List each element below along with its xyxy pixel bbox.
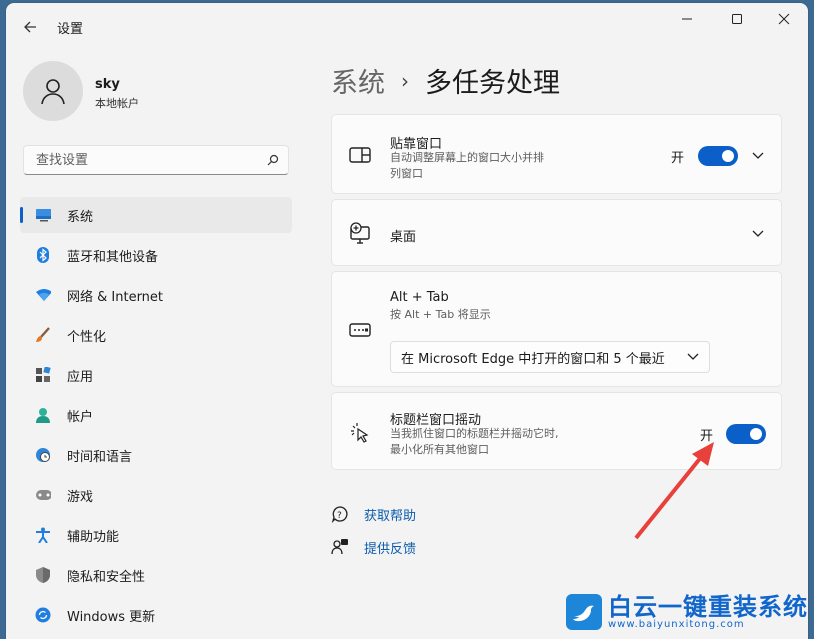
sidebar-item-system[interactable]: 系统 [20, 197, 292, 233]
sidebar-item-network[interactable]: 网络 & Internet [20, 277, 292, 313]
sidebar-item-label: 蓝牙和其他设备 [67, 249, 159, 265]
sidebar-item-apps[interactable]: 应用 [20, 357, 292, 393]
settings-window: 设置 sky 本地帐户 系统 蓝牙和其他设备 [6, 3, 808, 639]
search-input[interactable] [34, 151, 258, 169]
sidebar-item-label: 应用 [67, 369, 94, 385]
snap-windows-desc-line2: 列窗口 [390, 167, 423, 180]
title-bar-shake-toggle[interactable] [726, 424, 766, 444]
annotation-arrow [634, 442, 714, 540]
sidebar-item-label: 时间和语言 [67, 449, 133, 465]
maximize-icon [732, 14, 742, 24]
give-feedback-link[interactable]: 提供反馈 [331, 536, 416, 558]
bluetooth-icon [35, 247, 51, 263]
breadcrumb-parent[interactable]: 系统 [331, 61, 385, 100]
sidebar-item-accounts[interactable]: 帐户 [20, 397, 292, 433]
window-title: 设置 [57, 22, 84, 37]
arrow-left-icon [24, 21, 36, 33]
monitor-icon [35, 207, 51, 223]
desktops-card[interactable]: 桌面 [331, 199, 782, 266]
sidebar-item-label: 个性化 [67, 329, 107, 345]
title-bar-shake-desc-line1: 当我抓住窗口的标题栏并摇动它时, [390, 427, 559, 440]
get-help-link[interactable]: ? 获取帮助 [331, 503, 416, 525]
sidebar-item-label: 游戏 [67, 489, 94, 505]
get-help-label[interactable]: 获取帮助 [364, 505, 416, 524]
sidebar-item-privacy[interactable]: 隐私和安全性 [20, 557, 292, 593]
sidebar-item-label: 辅助功能 [67, 529, 120, 545]
alt-tab-selected-value: 在 Microsoft Edge 中打开的窗口和 5 个最近 [401, 351, 665, 367]
maximize-button[interactable] [714, 3, 760, 35]
sidebar-item-accessibility[interactable]: 辅助功能 [20, 517, 292, 553]
bird-logo [566, 594, 602, 630]
sidebar-item-label: 系统 [67, 209, 94, 225]
watermark-title: 白云一键重装系统 [608, 592, 808, 621]
sidebar-item-label: Windows 更新 [67, 609, 156, 625]
toggle-knob [750, 428, 762, 440]
help-icon: ? [331, 505, 349, 523]
give-feedback-label[interactable]: 提供反馈 [364, 538, 416, 557]
toggle-knob [722, 150, 734, 162]
shake-cursor-icon [348, 421, 372, 445]
gamepad-icon [35, 487, 51, 503]
person-icon [41, 79, 65, 105]
desktops-title: 桌面 [390, 230, 417, 245]
snap-windows-card[interactable]: 贴靠窗口 自动调整屏幕上的窗口大小并排 列窗口 开 [331, 114, 782, 194]
keyboard-icon [348, 318, 372, 342]
chevron-down-icon[interactable] [750, 226, 766, 242]
snap-windows-toggle[interactable] [698, 146, 738, 166]
avatar[interactable] [23, 61, 83, 121]
close-button[interactable] [761, 3, 807, 35]
update-icon [35, 607, 51, 623]
apps-icon [35, 367, 51, 383]
sidebar-item-personalization[interactable]: 个性化 [20, 317, 292, 353]
breadcrumb-separator: › [401, 68, 409, 93]
snap-toggle-state: 开 [671, 151, 685, 166]
minimize-icon [682, 18, 692, 20]
user-name: sky [95, 77, 120, 92]
sidebar-item-label: 帐户 [67, 409, 94, 425]
chevron-down-icon [687, 353, 699, 360]
page-title: 多任务处理 [425, 68, 560, 99]
alt-tab-card: Alt + Tab 按 Alt + Tab 将显示 在 Microsoft Ed… [331, 271, 782, 387]
snap-layout-icon [348, 143, 372, 167]
minimize-button[interactable] [664, 3, 710, 35]
sidebar-item-windows-update[interactable]: Windows 更新 [20, 597, 292, 633]
search-icon[interactable] [258, 154, 288, 166]
svg-text:?: ? [337, 511, 342, 521]
back-button[interactable] [19, 16, 41, 38]
sidebar-item-bluetooth[interactable]: 蓝牙和其他设备 [20, 237, 292, 273]
sidebar-item-label: 隐私和安全性 [67, 569, 146, 585]
title-bar-shake-desc-line2: 最小化所有其他窗口 [390, 443, 489, 456]
watermark: 白云一键重装系统 www.baiyunxitong.com [566, 594, 808, 630]
sidebar-item-label: 网络 & Internet [67, 289, 164, 305]
wifi-icon [35, 287, 51, 303]
alt-tab-dropdown[interactable]: 在 Microsoft Edge 中打开的窗口和 5 个最近 [390, 341, 710, 373]
alt-tab-title: Alt + Tab [390, 290, 449, 305]
breadcrumb: 系统 › 多任务处理 [331, 61, 560, 100]
desktop-add-icon [348, 221, 372, 245]
brush-icon [35, 327, 51, 343]
sidebar-nav: 系统 蓝牙和其他设备 网络 & Internet 个性化 应用 帐户 时间和语言… [20, 197, 292, 637]
sidebar-item-time-language[interactable]: 时间和语言 [20, 437, 292, 473]
search-box[interactable] [23, 145, 289, 175]
account-type: 本地帐户 [95, 97, 139, 110]
chevron-down-icon[interactable] [750, 148, 766, 164]
sidebar-item-gaming[interactable]: 游戏 [20, 477, 292, 513]
feedback-icon [331, 538, 349, 556]
close-icon [778, 13, 790, 25]
alt-tab-desc: 按 Alt + Tab 将显示 [390, 308, 491, 321]
accessibility-icon [35, 527, 51, 543]
globe-clock-icon [35, 447, 51, 463]
person-icon [35, 407, 51, 423]
snap-windows-desc-line1: 自动调整屏幕上的窗口大小并排 [390, 151, 544, 164]
shield-icon [35, 567, 51, 583]
